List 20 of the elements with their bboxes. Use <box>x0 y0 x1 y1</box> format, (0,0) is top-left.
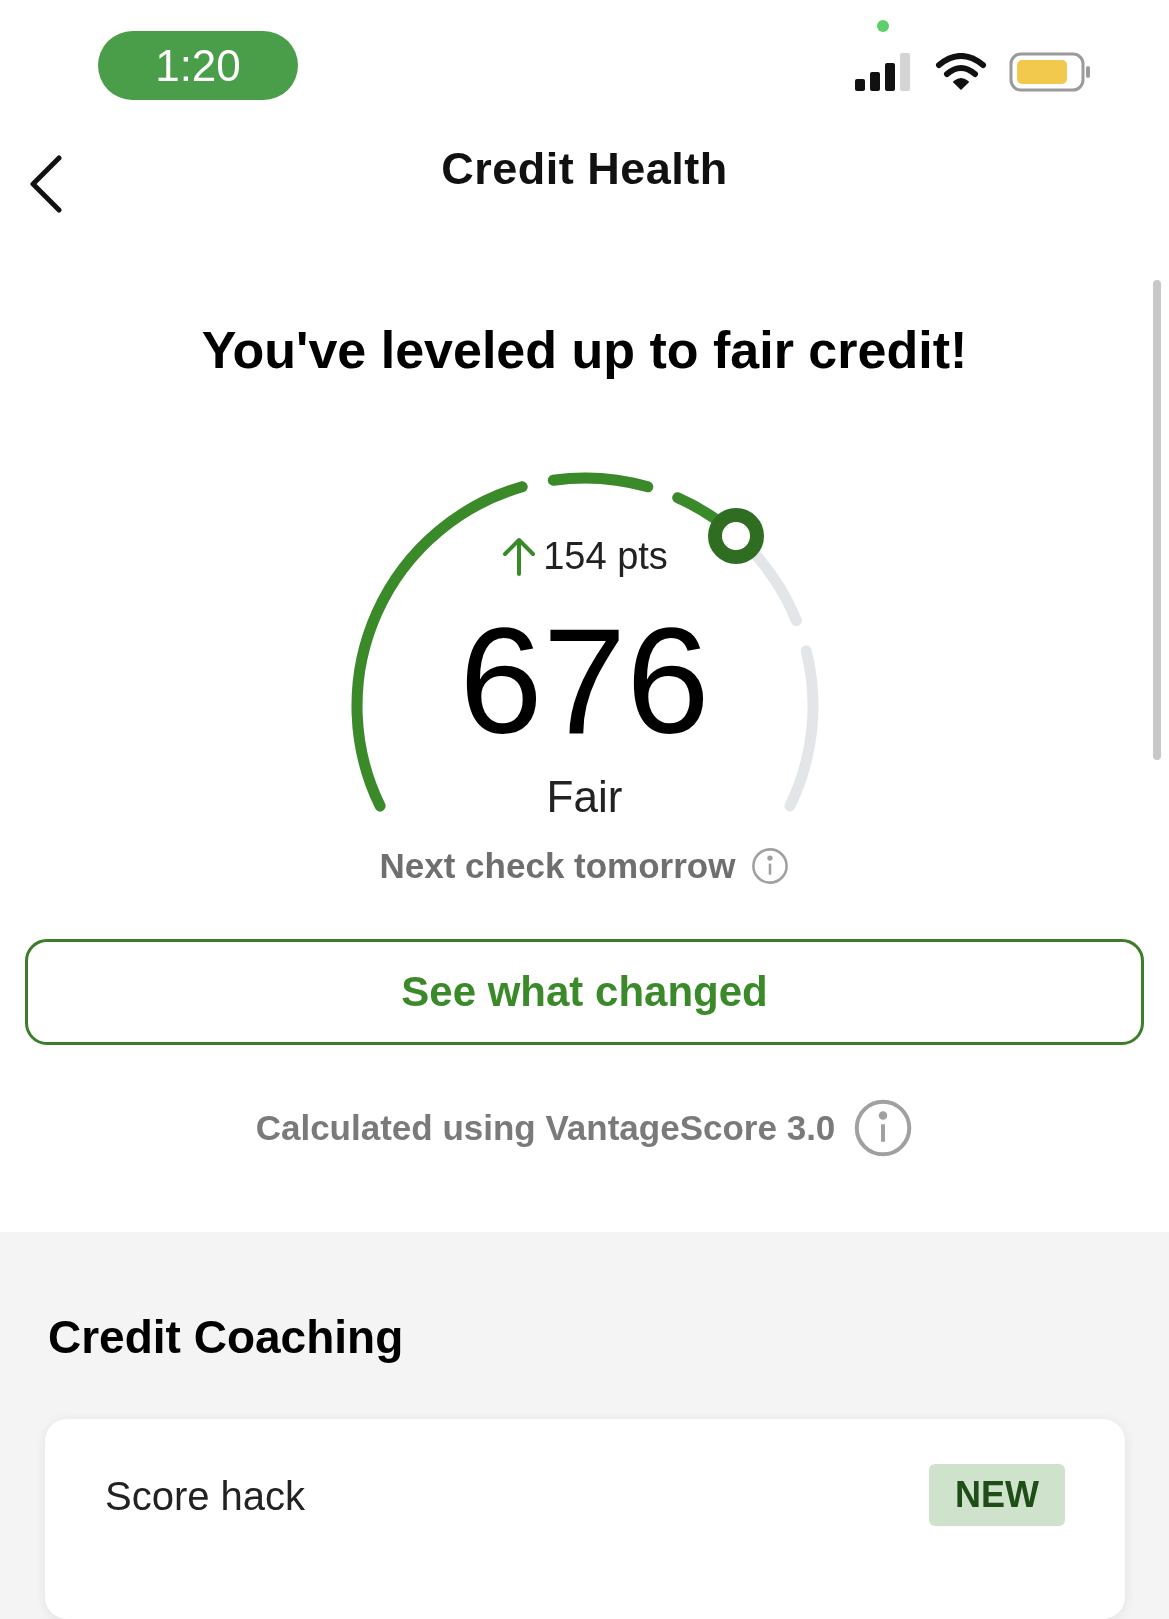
signal-icon <box>855 53 913 91</box>
chevron-left-icon <box>29 154 63 213</box>
card-title: Score hack <box>105 1473 306 1520</box>
info-icon[interactable] <box>853 1098 914 1158</box>
score-rating: Fair <box>545 771 624 822</box>
score-model-note: Calculated using VantageScore 3.0 <box>255 1107 836 1149</box>
score-change: 154 pts <box>543 533 668 578</box>
arrow-up-icon <box>501 535 538 576</box>
battery-icon <box>1009 52 1091 92</box>
next-check-text: Next check tomorrow <box>379 844 736 887</box>
time-pill: 1:20 <box>98 31 298 100</box>
page-title: Credit Health <box>441 142 728 197</box>
credit-score: 676 <box>458 595 711 766</box>
see-changes-button[interactable]: See what changed <box>25 938 1144 1045</box>
info-icon[interactable] <box>751 846 790 885</box>
coaching-card[interactable]: Score hack NEW <box>45 1419 1125 1619</box>
new-badge: NEW <box>929 1464 1065 1526</box>
wifi-icon <box>935 53 987 91</box>
headline: You've leveled up to fair credit! <box>200 319 969 381</box>
section-heading: Credit Coaching <box>48 1310 405 1365</box>
